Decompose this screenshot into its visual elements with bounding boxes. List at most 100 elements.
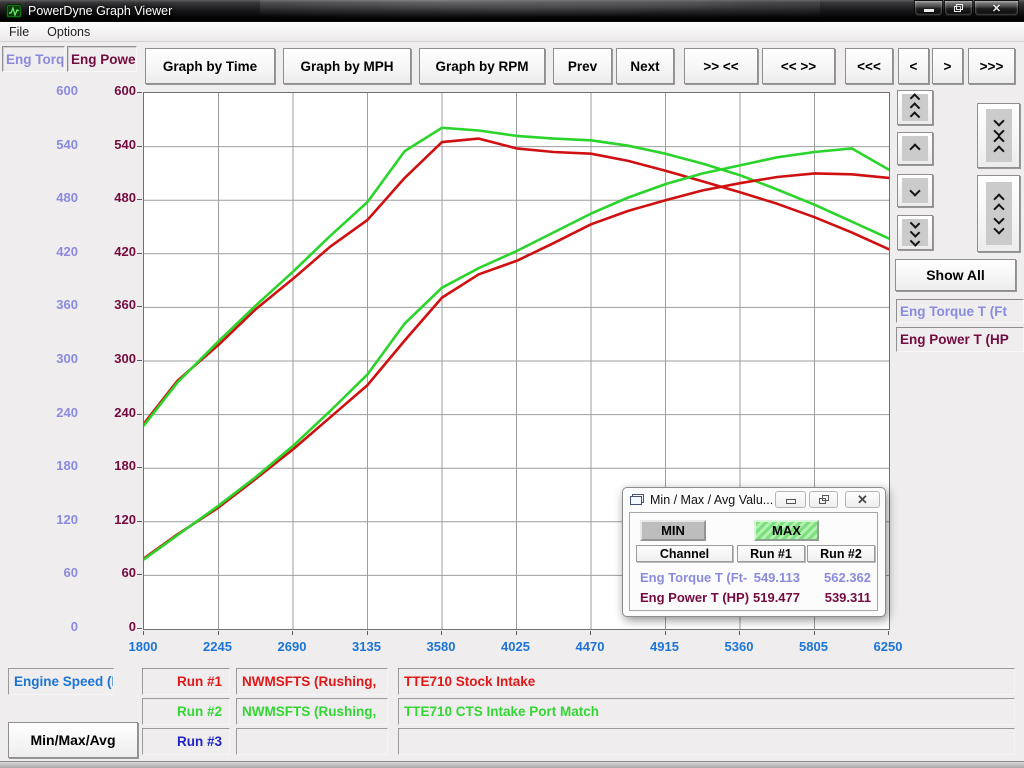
compress-scale-button[interactable]: [977, 103, 1020, 168]
y-axis-tick: [137, 146, 142, 147]
power-axis-tick-label: 360: [82, 297, 136, 312]
close-icon: ✕: [857, 492, 868, 508]
x-axis-tick: [218, 631, 219, 635]
graph-by-rpm-button[interactable]: Graph by RPM: [419, 48, 545, 84]
scale-up-fast-button[interactable]: [897, 90, 933, 125]
menu-options[interactable]: Options: [38, 23, 99, 41]
prev-button[interactable]: Prev: [553, 48, 612, 84]
minmax-window-titlebar[interactable]: Min / Max / Avg Valu... ✕: [623, 488, 885, 511]
close-icon: ✕: [992, 2, 1001, 15]
power-axis-tick-label: 0: [82, 619, 136, 634]
minmax-table-frame: MIN MAX Channel Run #1 Run #2 Eng Torque…: [629, 512, 878, 611]
window-bottom-border: [0, 761, 1024, 768]
x-axis-tick: [590, 631, 591, 635]
app-icon: [6, 4, 22, 18]
torque-axis-tick-label: 240: [24, 405, 78, 420]
torque-axis-tick-label: 480: [24, 190, 78, 205]
minmax-row-power-run1-value: 519.477: [736, 590, 800, 605]
run1-label-box: Run #1: [142, 668, 230, 695]
cursors-in-button[interactable]: >> <<: [684, 48, 758, 84]
minimize-icon: [924, 9, 934, 12]
power-axis-tick-label: 540: [82, 137, 136, 152]
menu-file[interactable]: File: [0, 23, 38, 41]
column-header-run2[interactable]: Run #2: [807, 545, 875, 562]
torque-axis-tick-label: 0: [24, 619, 78, 634]
minmax-maximize-button[interactable]: [809, 491, 838, 508]
minmax-close-button[interactable]: ✕: [845, 491, 880, 508]
y-axis-tick: [137, 360, 142, 361]
left-button[interactable]: <: [898, 48, 929, 84]
run2-description-box: TTE710 CTS Intake Port Match: [398, 698, 1015, 725]
x-axis-tick-label: 5805: [782, 639, 846, 654]
x-axis-tick-label: 5360: [707, 639, 771, 654]
power-axis-tick-label: 300: [82, 351, 136, 366]
max-toggle-button[interactable]: MAX: [754, 520, 819, 541]
chevrons-inward-icon: [986, 109, 1012, 162]
chevrons-outward-icon: [986, 182, 1012, 245]
power-channel-label: Eng Power T (HP: [896, 327, 1024, 352]
y-axis-tick: [137, 414, 142, 415]
column-header-run1[interactable]: Run #1: [737, 545, 805, 562]
minmax-minimize-button[interactable]: [775, 491, 806, 508]
x-axis-tick: [814, 631, 815, 635]
close-button[interactable]: ✕: [974, 0, 1019, 16]
y-axis-tick: [137, 306, 142, 307]
minimize-button[interactable]: [914, 0, 943, 16]
minmax-window: Min / Max / Avg Valu... ✕ MIN MAX Channe…: [622, 487, 886, 617]
show-all-button[interactable]: Show All: [895, 259, 1016, 291]
run3-description-box: [398, 728, 1015, 755]
maximize-button[interactable]: [944, 0, 973, 16]
power-axis-tick-label: 180: [82, 458, 136, 473]
x-axis-tick-label: 4915: [633, 639, 697, 654]
run3-label-box: Run #3: [142, 728, 230, 755]
power-axis-tick-label: 420: [82, 244, 136, 259]
graph-by-mph-button[interactable]: Graph by MPH: [283, 48, 411, 84]
torque-axis-tick-label: 600: [24, 83, 78, 98]
chevron-down-icon: [902, 178, 928, 203]
y-axis-tick: [137, 467, 142, 468]
minimize-icon: [786, 499, 796, 504]
torque-axis-tick-label: 60: [24, 565, 78, 580]
scale-up-button[interactable]: [897, 132, 933, 165]
run3-file-box: [236, 728, 388, 755]
minmax-window-icon: [630, 494, 644, 505]
minmax-row-torque-run2-value: 562.362: [807, 570, 871, 585]
x-axis-tick-label: 4470: [558, 639, 622, 654]
power-axis-tick-label: 600: [82, 83, 136, 98]
run2-file-box: NWMSFTS (Rushing,: [236, 698, 388, 725]
chevron-up-icon: [902, 136, 928, 161]
x-axis-tick: [441, 631, 442, 635]
power-channel-button[interactable]: Eng Powe: [67, 46, 137, 72]
minmax-row-torque-run1-value: 549.113: [736, 570, 800, 585]
minmax-row-torque-channel: Eng Torque T (Ft-: [640, 570, 747, 585]
x-axis-channel-box: Engine Speed (RI: [8, 668, 114, 695]
x-axis-tick-label: 2245: [186, 639, 250, 654]
y-axis-tick: [137, 574, 142, 575]
scale-down-fast-button[interactable]: [897, 215, 933, 250]
y-axis-tick: [137, 628, 142, 629]
min-max-avg-button[interactable]: Min/Max/Avg: [8, 722, 138, 758]
column-header-channel[interactable]: Channel: [636, 545, 733, 562]
torque-channel-label: Eng Torque T (Ft: [896, 299, 1024, 323]
minmax-row-power-channel: Eng Power T (HP): [640, 590, 749, 605]
cursors-out-button[interactable]: << >>: [762, 48, 835, 84]
expand-scale-button[interactable]: [977, 175, 1020, 252]
min-toggle-button[interactable]: MIN: [640, 520, 706, 541]
power-axis-tick-label: 240: [82, 405, 136, 420]
x-axis-tick: [367, 631, 368, 635]
fast-right-button[interactable]: >>>: [968, 48, 1015, 84]
menu-bar: File Options: [0, 22, 1024, 42]
scale-down-button[interactable]: [897, 174, 933, 207]
y-axis-tick: [137, 92, 142, 93]
torque-axis-tick-label: 180: [24, 458, 78, 473]
power-axis-tick-label: 480: [82, 190, 136, 205]
next-button[interactable]: Next: [616, 48, 674, 84]
minmax-row-power-run2-value: 539.311: [807, 590, 871, 605]
right-button[interactable]: >: [932, 48, 963, 84]
graph-by-time-button[interactable]: Graph by Time: [145, 48, 275, 84]
x-axis-tick-label: 3135: [335, 639, 399, 654]
fast-left-button[interactable]: <<<: [845, 48, 893, 84]
y-axis-tick: [137, 521, 142, 522]
run2-label-box: Run #2: [142, 698, 230, 725]
torque-channel-button[interactable]: Eng Torq: [2, 46, 65, 72]
